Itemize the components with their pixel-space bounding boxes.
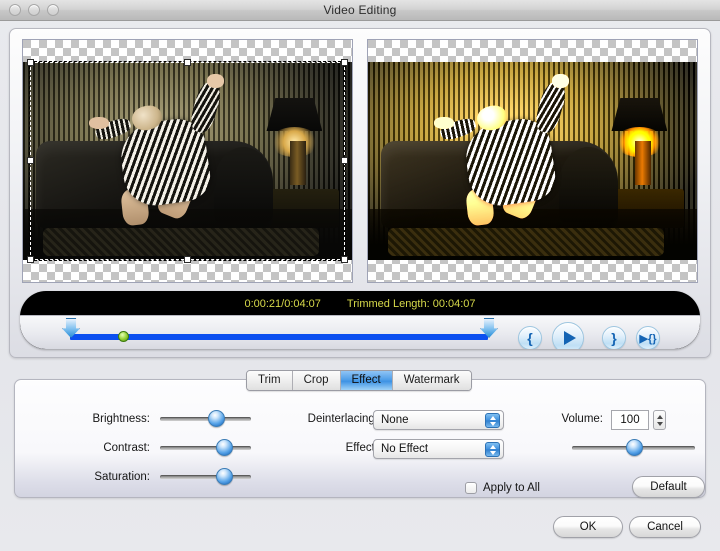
apply-to-all-box-icon[interactable] — [465, 482, 477, 494]
saturation-slider[interactable] — [160, 468, 251, 485]
saturation-slider-thumb[interactable] — [216, 468, 233, 485]
effect-settings-panel: Brightness: Contrast: Saturation: Deinte… — [14, 379, 706, 498]
deinterlacing-label: Deinterlacing: — [307, 413, 378, 425]
source-preview[interactable] — [22, 39, 353, 283]
tab-trim[interactable]: Trim — [247, 371, 293, 390]
transport-controls: { } ▶{} — [20, 315, 700, 349]
video-still-original — [23, 62, 352, 260]
output-preview[interactable] — [367, 39, 698, 283]
default-button[interactable]: Default — [632, 476, 705, 498]
deinterlacing-value: None — [381, 414, 409, 426]
effect-stepper-icon[interactable] — [485, 442, 500, 457]
volume-slider[interactable] — [572, 439, 695, 456]
apply-to-all-checkbox[interactable]: Apply to All — [465, 482, 540, 494]
contrast-slider[interactable] — [160, 439, 251, 456]
tab-watermark[interactable]: Watermark — [392, 371, 471, 390]
effect-label: Effect: — [345, 442, 378, 454]
set-start-button[interactable]: { — [518, 326, 542, 349]
volume-input[interactable]: 100 — [611, 410, 649, 430]
effect-select[interactable]: No Effect — [373, 439, 504, 459]
apply-to-all-label: Apply to All — [483, 482, 540, 494]
brightness-slider-track — [160, 417, 251, 421]
video-still-processed — [368, 62, 697, 260]
saturation-slider-track — [160, 475, 251, 479]
playhead-marker[interactable] — [118, 331, 129, 342]
ok-button[interactable]: OK — [553, 516, 623, 538]
deinterlacing-select[interactable]: None — [373, 410, 504, 430]
trimmed-length-label: Trimmed Length: 00:04:07 — [346, 297, 476, 310]
editing-tabs: Trim Crop Effect Watermark — [246, 370, 472, 391]
preview-row — [10, 29, 710, 283]
set-end-icon: } — [611, 330, 617, 346]
deinterlacing-stepper-icon[interactable] — [485, 413, 500, 428]
tab-crop[interactable]: Crop — [292, 371, 341, 390]
play-button[interactable] — [552, 322, 584, 349]
output-video-frame — [368, 62, 697, 260]
set-end-button[interactable]: } — [602, 326, 626, 349]
saturation-label: Saturation: — [94, 471, 150, 483]
position-duration-label: 0:00:21/0:04:07 — [244, 297, 321, 310]
source-video-frame — [23, 62, 352, 260]
timecode-display: 0:00:21/0:04:07 Trimmed Length: 00:04:07 — [20, 291, 700, 313]
brightness-label: Brightness: — [92, 413, 150, 425]
brightness-slider-thumb[interactable] — [208, 410, 225, 427]
preview-trim-button[interactable]: ▶{} — [636, 326, 660, 349]
transport-bar: 0:00:21/0:04:07 Trimmed Length: 00:04:07… — [20, 291, 700, 349]
contrast-slider-thumb[interactable] — [216, 439, 233, 456]
volume-slider-thumb[interactable] — [626, 439, 643, 456]
effect-value: No Effect — [381, 443, 429, 455]
contrast-slider-track — [160, 446, 251, 450]
brightness-slider[interactable] — [160, 410, 251, 427]
preview-group: 0:00:21/0:04:07 Trimmed Length: 00:04:07… — [9, 28, 711, 358]
window-titlebar: Video Editing — [0, 0, 720, 21]
tab-effect[interactable]: Effect — [340, 371, 393, 390]
cancel-button[interactable]: Cancel — [629, 516, 701, 538]
volume-stepper[interactable] — [653, 410, 666, 430]
trim-track[interactable] — [70, 334, 488, 340]
contrast-label: Contrast: — [103, 442, 150, 454]
set-start-icon: { — [527, 330, 533, 346]
volume-label: Volume: — [561, 413, 603, 425]
play-icon — [563, 331, 576, 345]
window-title: Video Editing — [323, 3, 397, 17]
preview-trim-icon: ▶{} — [639, 332, 657, 345]
